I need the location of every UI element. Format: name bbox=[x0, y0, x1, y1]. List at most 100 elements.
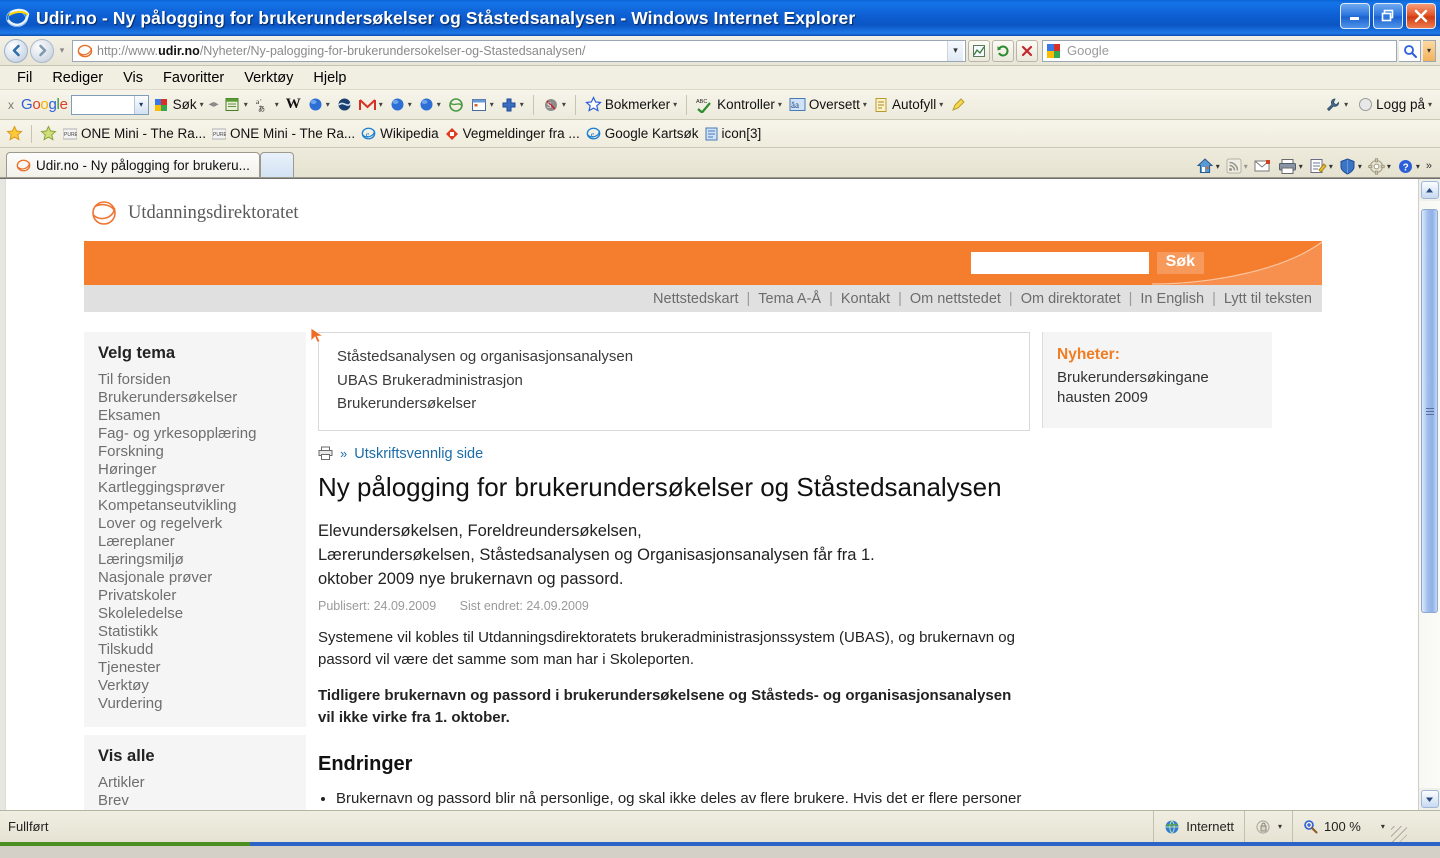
sidebar-item-fag-og-yrkesopplaering[interactable]: Fag- og yrkesopplæring bbox=[98, 425, 306, 443]
sidebar-item-nasjonale-prover[interactable]: Nasjonale prøver bbox=[98, 569, 306, 587]
zoom-control[interactable]: 100 % ▾ bbox=[1292, 811, 1440, 842]
toolbar-resize-handle[interactable]: ◂▸ bbox=[209, 99, 219, 110]
favorite-one-mini-2[interactable]: PURE ONE Mini - The Ra... bbox=[212, 126, 355, 141]
nav-in-english[interactable]: In English bbox=[1140, 291, 1204, 307]
toolbar-overflow-button[interactable]: » bbox=[1424, 160, 1434, 172]
nav-tema[interactable]: Tema A-Å bbox=[758, 291, 821, 307]
sidebar-item-laereplaner[interactable]: Læreplaner bbox=[98, 533, 306, 551]
favorites-star-icon[interactable] bbox=[6, 125, 23, 142]
nav-om-direktoratet[interactable]: Om direktoratet bbox=[1021, 291, 1121, 307]
resize-grip-icon[interactable] bbox=[1390, 826, 1407, 842]
minimize-button[interactable] bbox=[1340, 3, 1370, 29]
google-search-button[interactable]: Søk ▾ bbox=[152, 97, 206, 113]
oversett-button[interactable]: ăa Oversett ▾ bbox=[787, 97, 869, 112]
sidebar-item-kartleggingsprover[interactable]: Kartleggingsprøver bbox=[98, 479, 306, 497]
sidebar-item-lover-og-regelverk[interactable]: Lover og regelverk bbox=[98, 515, 306, 533]
address-bar[interactable]: http://www.udir.no/Nyheter/Ny-palogging-… bbox=[72, 39, 966, 62]
add-to-favorites-icon[interactable] bbox=[40, 125, 57, 142]
sidebar-item-tjenester[interactable]: Tjenester bbox=[98, 659, 306, 677]
nav-kontakt[interactable]: Kontakt bbox=[841, 291, 890, 307]
news-item-link[interactable]: Brukerundersøkingane hausten 2009 bbox=[1057, 368, 1258, 408]
search-provider-dropdown[interactable]: ▾ bbox=[1423, 39, 1436, 62]
scrollbar-thumb[interactable] bbox=[1421, 209, 1438, 613]
back-button[interactable] bbox=[4, 38, 28, 63]
sidebar-item-tilskudd[interactable]: Tilskudd bbox=[98, 641, 306, 659]
scroll-up-button[interactable] bbox=[1420, 181, 1439, 199]
sidebar-item-verktoy[interactable]: Verktøy bbox=[98, 677, 306, 695]
sidebar-item-statistikk[interactable]: Statistikk bbox=[98, 623, 306, 641]
home-button[interactable]: ▾ bbox=[1194, 157, 1222, 175]
blue-ball-button-2[interactable]: ▾ bbox=[388, 97, 414, 112]
compatibility-view-button[interactable] bbox=[968, 39, 990, 62]
page-button[interactable]: ▾ bbox=[1307, 158, 1335, 175]
favorite-icon3[interactable]: icon[3] bbox=[705, 126, 761, 141]
menu-vis[interactable]: Vis bbox=[114, 68, 152, 88]
sidebar-item-til-forsiden[interactable]: Til forsiden bbox=[98, 371, 306, 389]
favorite-one-mini-1[interactable]: PURE ONE Mini - The Ra... bbox=[63, 126, 206, 141]
sidebar-item-artikler[interactable]: Artikler bbox=[98, 774, 306, 792]
forward-button[interactable] bbox=[30, 38, 54, 63]
site-logo[interactable]: Utdanningsdirektoratet bbox=[78, 179, 1318, 241]
dark-ball-button[interactable] bbox=[335, 97, 354, 112]
sidebar-item-horinger[interactable]: Høringer bbox=[98, 461, 306, 479]
google-toolbar-search-input[interactable]: ▾ bbox=[70, 94, 149, 115]
sidebar-item-forskning[interactable]: Forskning bbox=[98, 443, 306, 461]
plus-button[interactable]: ▾ bbox=[499, 97, 526, 113]
toolbar-settings-button[interactable]: ▾ bbox=[1323, 97, 1350, 113]
favorite-wikipedia[interactable]: e Wikipedia bbox=[361, 126, 439, 141]
globe-green-button[interactable] bbox=[446, 97, 466, 113]
gmail-button[interactable]: ▾ bbox=[357, 98, 385, 112]
stop-button[interactable] bbox=[1016, 39, 1038, 62]
kontroller-button[interactable]: ABC Kontroller ▾ bbox=[694, 97, 784, 113]
favorite-vegmeldinger[interactable]: Vegmeldinger fra ... bbox=[445, 126, 580, 141]
menu-verktoy[interactable]: Verktøy bbox=[235, 68, 302, 88]
menu-fil[interactable]: Fil bbox=[8, 68, 41, 88]
nav-om-nettstedet[interactable]: Om nettstedet bbox=[910, 291, 1001, 307]
tools-button[interactable]: ▾ bbox=[1366, 157, 1393, 175]
highlight-button[interactable] bbox=[948, 97, 968, 113]
blue-ball-button-3[interactable]: ▾ bbox=[417, 97, 443, 112]
help-button[interactable]: ? ▾ bbox=[1395, 158, 1422, 175]
menu-favoritter[interactable]: Favoritter bbox=[154, 68, 233, 88]
sidebar-item-privatskoler[interactable]: Privatskoler bbox=[98, 587, 306, 605]
scrollbar-track[interactable] bbox=[1419, 201, 1440, 788]
protected-mode-indicator[interactable]: ▾ bbox=[1243, 811, 1292, 842]
breadcrumb-item-brukerundersokelser[interactable]: Brukerundersøkelser bbox=[337, 392, 1029, 416]
bookmarks-list-button[interactable]: ▾ bbox=[222, 96, 250, 113]
sidebar-item-skoleledelse[interactable]: Skoleledelse bbox=[98, 605, 306, 623]
translate-button[interactable]: a ᵃ あ ▾ bbox=[253, 96, 281, 113]
sidebar-item-brukerundersokelser[interactable]: Brukerundersøkelser bbox=[98, 389, 306, 407]
nav-nettstedskart[interactable]: Nettstedskart bbox=[653, 291, 738, 307]
scroll-down-button[interactable] bbox=[1420, 790, 1439, 808]
tab-active[interactable]: Udir.no - Ny pålogging for brukeru... bbox=[6, 152, 260, 177]
security-zone[interactable]: Internett bbox=[1153, 811, 1244, 842]
close-toolbar-icon[interactable]: x bbox=[4, 98, 18, 112]
sidebar-item-vurdering[interactable]: Vurdering bbox=[98, 695, 306, 713]
mail-button[interactable] bbox=[1252, 159, 1274, 173]
sidebar-item-kompetanseutvikling[interactable]: Kompetanseutvikling bbox=[98, 497, 306, 515]
menu-rediger[interactable]: Rediger bbox=[43, 68, 112, 88]
maximize-button[interactable] bbox=[1373, 3, 1403, 29]
stumble-button[interactable]: S ▾ bbox=[541, 97, 568, 113]
favorite-google-kartsok[interactable]: e Google Kartsøk bbox=[586, 126, 699, 141]
wikipedia-button[interactable]: W bbox=[284, 96, 303, 113]
recent-pages-dropdown[interactable]: ▾ bbox=[56, 45, 68, 56]
protected-mode-caret-icon[interactable]: ▾ bbox=[1278, 822, 1282, 831]
search-go-button[interactable] bbox=[1399, 39, 1421, 62]
vertical-scrollbar[interactable] bbox=[1418, 179, 1440, 810]
blue-ball-button-1[interactable]: ▾ bbox=[306, 97, 332, 112]
autofyll-button[interactable]: Autofyll ▾ bbox=[872, 97, 945, 113]
sidebar-item-eksamen[interactable]: Eksamen bbox=[98, 407, 306, 425]
calendar-button[interactable]: ▾ bbox=[469, 97, 496, 112]
site-search-input[interactable] bbox=[970, 252, 1149, 274]
sidebar-item-laeringsmiljo[interactable]: Læringsmiljø bbox=[98, 551, 306, 569]
menu-hjelp[interactable]: Hjelp bbox=[304, 68, 355, 88]
sidebar-item-brev[interactable]: Brev bbox=[98, 792, 306, 810]
breadcrumb-item-stastedsanalysen[interactable]: Ståstedsanalysen og organisasjonsanalyse… bbox=[337, 345, 1029, 369]
nav-lytt[interactable]: Lytt til teksten bbox=[1224, 291, 1312, 307]
safety-button[interactable]: ▾ bbox=[1337, 157, 1364, 175]
zoom-caret-icon[interactable]: ▾ bbox=[1381, 822, 1385, 831]
print-button[interactable]: ▾ bbox=[1276, 158, 1305, 175]
address-dropdown-icon[interactable]: ▾ bbox=[947, 40, 963, 61]
breadcrumb-item-ubas[interactable]: UBAS Brukeradministrasjon bbox=[337, 369, 1029, 393]
